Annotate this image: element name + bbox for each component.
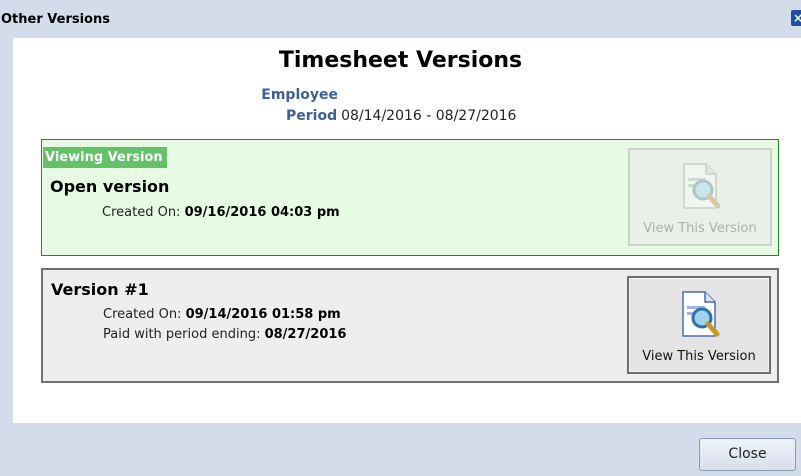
period-row: Period 08/14/2016 - 08/27/2016 (286, 108, 516, 124)
created-on-label: Created On: (102, 205, 181, 220)
created-on-value: 09/14/2016 01:58 pm (185, 307, 341, 322)
created-on-value: 09/16/2016 04:03 pm (184, 205, 340, 220)
version-name: Open version (50, 177, 170, 196)
version-card-open: Viewing Version Open version Created On:… (41, 139, 779, 256)
document-magnifier-icon (683, 163, 721, 209)
paid-period-label: Paid with period ending: (103, 327, 261, 342)
employee-label: Employee (261, 87, 338, 103)
dialog-title: Other Versions (1, 12, 110, 27)
close-dialog-icon[interactable]: × (791, 10, 801, 26)
dialog-footer: Close (0, 423, 801, 476)
paid-period-line: Paid with period ending: 08/27/2016 (103, 327, 346, 342)
created-on-line: Created On: 09/14/2016 01:58 pm (103, 307, 341, 322)
page-title: Timesheet Versions (278, 48, 523, 73)
view-button-label: View This Version (642, 349, 756, 364)
close-button[interactable]: Close (699, 438, 796, 471)
created-on-line: Created On: 09/16/2016 04:03 pm (102, 205, 340, 220)
view-this-version-button-disabled[interactable]: View This Version (628, 148, 772, 246)
period-value: 08/14/2016 - 08/27/2016 (341, 108, 517, 124)
document-magnifier-icon (682, 291, 720, 337)
period-label: Period (286, 108, 338, 124)
view-button-label: View This Version (643, 221, 757, 236)
viewing-version-badge: Viewing Version (43, 147, 167, 168)
created-on-label: Created On: (103, 307, 182, 322)
dialog-titlebar: Other Versions × (0, 0, 801, 38)
version-card-1: Version #1 Created On: 09/14/2016 01:58 … (41, 268, 779, 383)
view-this-version-button[interactable]: View This Version (627, 276, 771, 374)
paid-period-value: 08/27/2016 (264, 327, 347, 342)
version-name: Version #1 (51, 280, 149, 299)
